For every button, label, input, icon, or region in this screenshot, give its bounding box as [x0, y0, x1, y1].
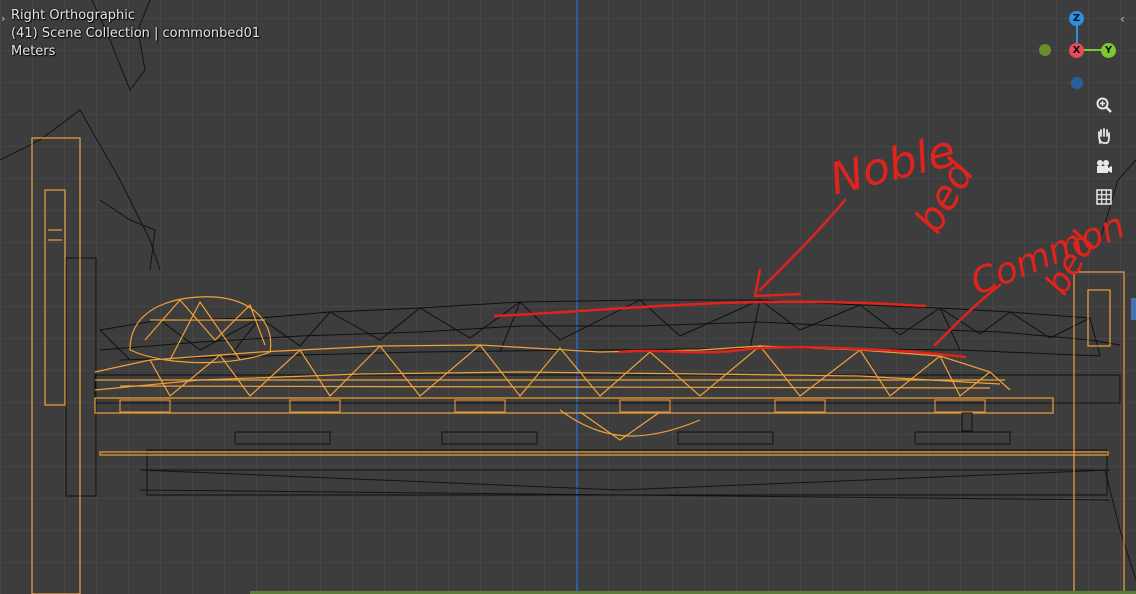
zoom-icon[interactable]	[1091, 92, 1117, 118]
camera-icon[interactable]	[1091, 154, 1117, 180]
grid-icon[interactable]	[1091, 184, 1117, 210]
common-label: Common	[965, 205, 1131, 304]
toolbar-expand-icon[interactable]: ›	[1, 12, 5, 25]
noble-arrow	[753, 198, 847, 298]
view-name: Right Orthographic	[11, 8, 136, 23]
environment-wire	[0, 0, 1136, 581]
sidebar-tab[interactable]	[1131, 298, 1136, 320]
gizmo-x-axis[interactable]: X	[1069, 43, 1084, 58]
noble-bed-wire	[65, 257, 1121, 497]
collection-info: (41) Scene Collection | commonbed01	[11, 26, 261, 41]
hand-pan-icon[interactable]	[1091, 123, 1117, 149]
3d-viewport[interactable]: Noble bed Common bed Right Orthographic …	[0, 0, 1136, 594]
gizmo-z-axis[interactable]: Z	[1069, 11, 1084, 26]
gizmo-y-axis[interactable]: Y	[1101, 43, 1116, 58]
scene-wireframe: Noble bed Common bed	[0, 0, 1136, 594]
noble-bed-line	[493, 300, 927, 318]
units-label: Meters	[11, 44, 56, 59]
